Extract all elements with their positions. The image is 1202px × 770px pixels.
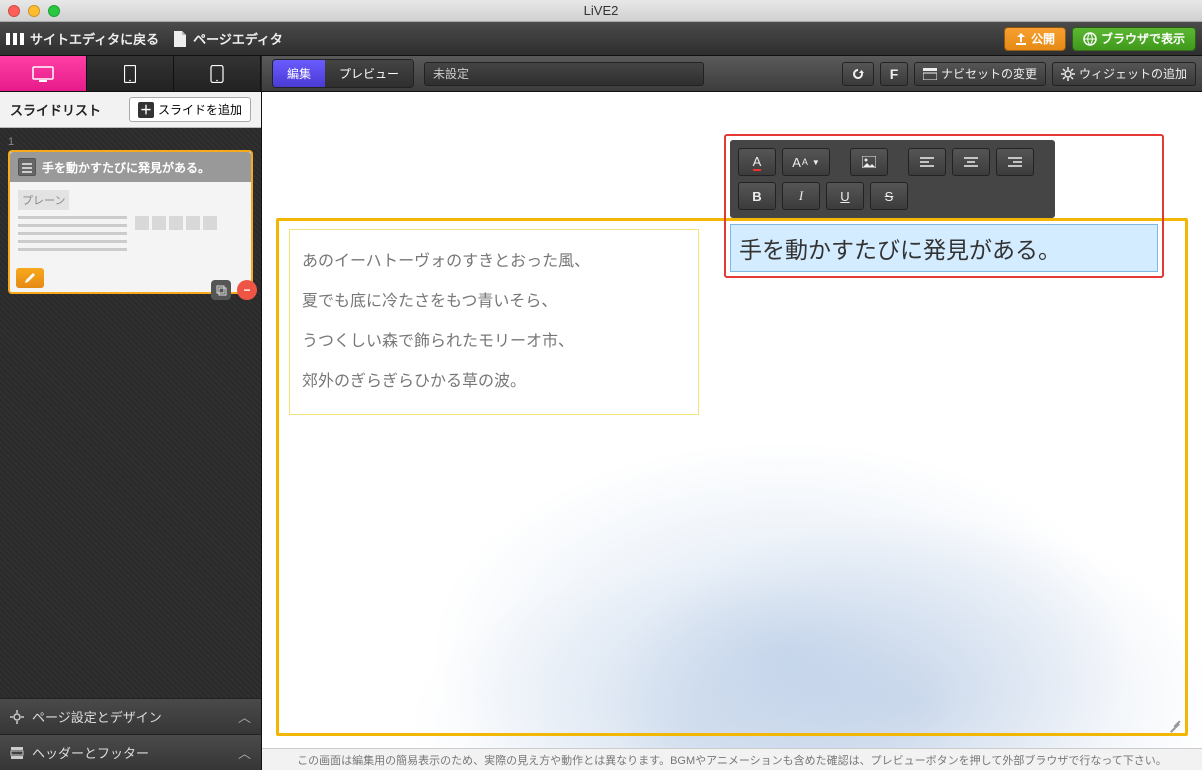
widget-add-button[interactable]: ウィジェットの追加 <box>1052 62 1196 86</box>
window-title: LiVE2 <box>584 3 619 18</box>
align-right-icon <box>1008 157 1022 167</box>
sidebar: スライドリスト ＋ スライドを追加 1 手を動かすたびに発見がある。 プレーン <box>0 92 262 770</box>
editor-toolbar: 編集 プレビュー 未設定 F ナビセットの変更 ウィジェットの追加 <box>0 56 1202 92</box>
close-window-button[interactable] <box>8 5 20 17</box>
globe-icon <box>1083 32 1097 46</box>
desktop-icon <box>32 66 54 82</box>
slide-number: 1 <box>8 136 253 148</box>
duplicate-slide-button[interactable] <box>211 280 231 300</box>
resize-handle[interactable] <box>1169 717 1181 729</box>
publish-label: 公開 <box>1031 30 1055 47</box>
header-footer-icon <box>10 746 24 760</box>
device-tablet-tab[interactable] <box>87 56 174 91</box>
remove-slide-button[interactable]: − <box>237 280 257 300</box>
slide-template-label: プレーン <box>18 190 69 210</box>
browser-label: ブラウザで表示 <box>1101 30 1185 47</box>
body-text-block[interactable]: あのイーハトーヴォのすきとおった風、 夏でも底に冷たさをもつ青いそら、 うつくし… <box>289 229 699 415</box>
strike-button[interactable]: S <box>870 182 908 210</box>
slide-title: 手を動かすたびに発見がある。 <box>42 159 210 176</box>
back-label: サイトエディタに戻る <box>30 29 159 48</box>
naviset-label: ナビセットの変更 <box>941 65 1037 82</box>
heading-edit-highlight: A AA▼ B I U S 手を動かすたびに発見がある。 <box>724 134 1164 278</box>
text-line: うつくしい森で飾られたモリーオ市、 <box>302 322 686 362</box>
device-phone-tab[interactable] <box>174 56 261 91</box>
mode-segment: 編集 プレビュー <box>272 59 414 88</box>
image-button[interactable] <box>850 148 888 176</box>
minimize-window-button[interactable] <box>28 5 40 17</box>
chevron-down-icon: ▼ <box>812 158 820 167</box>
stage-selection[interactable]: あのイーハトーヴォのすきとおった風、 夏でも底に冷たさをもつ青いそら、 うつくし… <box>276 218 1188 736</box>
font-size-button[interactable]: AA▼ <box>782 148 830 176</box>
align-center-button[interactable] <box>952 148 990 176</box>
text-line: 郊外のぎらぎらひかる草の波。 <box>302 362 686 402</box>
top-nav: サイトエディタに戻る ページエディタ 公開 ブラウザで表示 <box>0 22 1202 56</box>
text-line: あのイーハトーヴォのすきとおった風、 <box>302 242 686 282</box>
sidebar-bottom: ページ設定とデザイン ︿ ヘッダーとフッター ︿ <box>0 698 261 770</box>
section-label: ページエディタ <box>193 29 283 48</box>
device-tabs <box>0 56 262 91</box>
canvas: あのイーハトーヴォのすきとおった風、 夏でも底に冷たさをもつ青いそら、 うつくし… <box>262 92 1202 770</box>
duplicate-icon <box>215 284 227 296</box>
align-left-button[interactable] <box>908 148 946 176</box>
image-icon <box>862 156 876 168</box>
mode-preview-button[interactable]: プレビュー <box>325 60 413 87</box>
footer-notice: この画面は編集用の簡易表示のため、実際の見え方や動作とは異なります。BGMやアニ… <box>262 748 1202 770</box>
gear-icon <box>1061 67 1075 81</box>
page-title-field[interactable]: 未設定 <box>424 62 704 86</box>
underline-button[interactable]: U <box>826 182 864 210</box>
edit-slide-button[interactable] <box>16 268 44 288</box>
window-titlebar: LiVE2 <box>0 0 1202 22</box>
layout-icon <box>923 68 937 80</box>
bold-button[interactable]: B <box>738 182 776 210</box>
device-desktop-tab[interactable] <box>0 56 87 91</box>
thumb-preview <box>18 216 243 256</box>
page-title-text: 未設定 <box>433 65 469 82</box>
align-center-icon <box>964 157 978 167</box>
header-footer-label: ヘッダーとフッター <box>32 743 149 762</box>
page-settings-label: ページ設定とデザイン <box>32 707 162 726</box>
browser-preview-button[interactable]: ブラウザで表示 <box>1072 27 1196 51</box>
add-slide-label: スライドを追加 <box>158 101 242 118</box>
align-right-button[interactable] <box>996 148 1034 176</box>
gear-icon <box>10 710 24 724</box>
main-area: スライドリスト ＋ スライドを追加 1 手を動かすたびに発見がある。 プレーン <box>0 92 1202 770</box>
back-to-site-editor-button[interactable]: サイトエディタに戻る <box>6 29 159 48</box>
add-slide-button[interactable]: ＋ スライドを追加 <box>129 97 251 122</box>
footer-text: この画面は編集用の簡易表示のため、実際の見え方や動作とは異なります。BGMやアニ… <box>297 752 1167 768</box>
header-footer-row[interactable]: ヘッダーとフッター ︿ <box>0 734 261 770</box>
page-settings-row[interactable]: ページ設定とデザイン ︿ <box>0 698 261 734</box>
reload-icon <box>851 67 865 81</box>
f-button[interactable]: F <box>880 62 908 86</box>
font-color-button[interactable]: A <box>738 148 776 176</box>
text-line: 夏でも底に冷たさをもつ青いそら、 <box>302 282 686 322</box>
list-icon <box>18 158 36 176</box>
slide-list-header: スライドリスト ＋ スライドを追加 <box>0 92 261 128</box>
naviset-button[interactable]: ナビセットの変更 <box>914 62 1046 86</box>
slides-area: 1 手を動かすたびに発見がある。 プレーン <box>0 128 261 698</box>
reload-button[interactable] <box>842 62 874 86</box>
mode-edit-button[interactable]: 編集 <box>273 60 325 87</box>
italic-button[interactable]: I <box>782 182 820 210</box>
upload-icon <box>1015 33 1027 45</box>
heading-text-input[interactable]: 手を動かすたびに発見がある。 <box>730 224 1158 272</box>
slide-thumbnail[interactable]: 手を動かすたびに発見がある。 プレーン − <box>8 150 253 294</box>
slide-list-title: スライドリスト <box>10 100 121 119</box>
plus-icon: ＋ <box>138 102 154 118</box>
bars-icon <box>6 33 24 45</box>
pencil-icon <box>24 272 36 284</box>
align-left-icon <box>920 157 934 167</box>
chevron-up-icon: ︿ <box>238 743 251 762</box>
chevron-up-icon: ︿ <box>238 707 251 726</box>
text-toolbar: A AA▼ B I U S <box>730 140 1055 218</box>
page-icon <box>173 31 187 47</box>
zoom-window-button[interactable] <box>48 5 60 17</box>
publish-button[interactable]: 公開 <box>1004 27 1066 51</box>
phone-icon <box>210 65 224 83</box>
widget-add-label: ウィジェットの追加 <box>1079 65 1187 82</box>
page-editor-label: ページエディタ <box>173 29 283 48</box>
tablet-icon <box>124 65 136 83</box>
